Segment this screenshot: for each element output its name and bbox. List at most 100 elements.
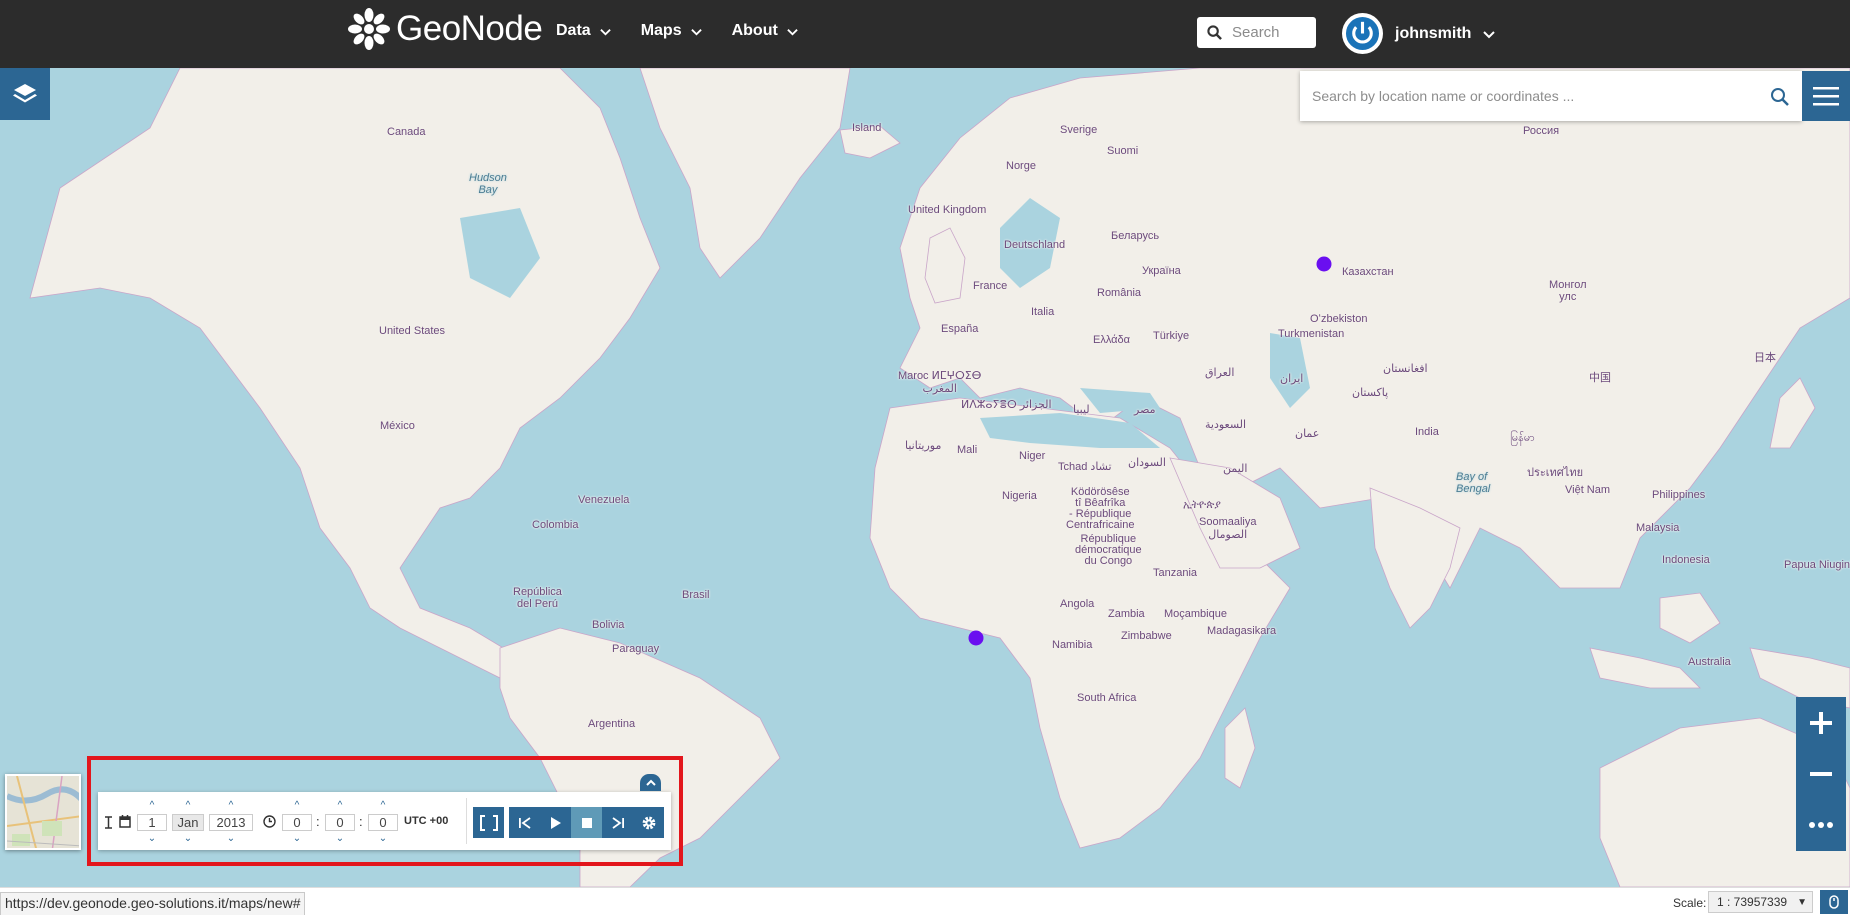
map-point-gulf-of-guinea[interactable] [968,630,984,646]
hour-up-button[interactable]: ^ [295,801,300,811]
divider [466,798,467,844]
time-range-button[interactable] [473,807,504,838]
map-label-nihon: 日本 [1754,352,1776,364]
map-label-brasil: Brasil [682,589,710,601]
timeline-panel: ^ 1 ⌄ ^ Jan ⌄ ^ 2013 ⌄ ^ 0 ⌄ : ^ 0 ⌄ : ^… [98,792,671,850]
header-search-input[interactable] [1232,24,1310,41]
brand-name: GeoNode [396,9,543,48]
map-label-zimbabwe: Zimbabwe [1121,630,1172,642]
map-label-ethiopia: ኢትዮጵያ [1183,499,1221,511]
year-up-button[interactable]: ^ [229,801,234,811]
user-menu[interactable]: johnsmith [1342,13,1496,54]
day-up-button[interactable]: ^ [150,801,155,811]
year-down-button[interactable]: ⌄ [227,834,235,844]
map-label-pakistan: پاکستان [1352,387,1389,399]
map-label-mauritania: موريتانيا [905,440,942,452]
zoom-out-button[interactable] [1796,748,1846,799]
scale-select[interactable]: 1 : 73957339 ▼ [1708,891,1813,913]
step-backward-button[interactable] [509,807,540,838]
map-label-mocambique: Moçambique [1164,608,1227,620]
second-down-button[interactable]: ⌄ [379,834,387,844]
map-label-iraq: العراق [1205,367,1235,379]
year-field[interactable]: 2013 [209,814,253,831]
map-label-rdc: République démocratique du Congo [1075,533,1142,567]
avatar [1342,13,1383,54]
minute-up-button[interactable]: ^ [338,801,343,811]
hamburger-icon [1813,87,1839,106]
second-spinner: ^ 0 ⌄ [368,801,398,844]
zoom-in-button[interactable] [1796,697,1846,748]
map-label-australia: Australia [1688,656,1731,668]
burger-menu-button[interactable] [1802,71,1850,121]
geonode-logo[interactable]: GeoNode [348,8,543,50]
stop-icon [581,817,592,828]
play-button[interactable] [540,807,571,838]
plus-icon [1810,711,1832,734]
location-search-input[interactable] [1312,88,1752,104]
clock-icon [263,815,276,828]
layers-toc-button[interactable] [0,68,50,120]
map-label-namibia: Namibia [1052,639,1093,651]
timeline-settings-button[interactable] [633,807,664,838]
map-label-canada: Canada [387,126,426,138]
more-tools-button[interactable] [1796,800,1846,851]
map-point-russia[interactable] [1316,256,1332,272]
second-up-button[interactable]: ^ [381,801,386,811]
timeline-collapse-button[interactable] [640,774,661,791]
gear-icon [642,816,655,829]
map-label-rossiya: Россия [1523,125,1560,137]
main-nav: Data Maps About [556,22,798,40]
day-down-button[interactable]: ⌄ [148,834,156,844]
map-label-italia: Italia [1031,306,1055,318]
month-down-button[interactable]: ⌄ [184,834,192,844]
background-selector-thumbnail[interactable] [5,774,81,850]
map-label-venezuela: Venezuela [578,494,630,506]
chevron-down-icon [690,28,702,36]
map-label-tchad: Tchad تشاد [1058,461,1112,473]
map-label-misr: مصر [1134,404,1156,416]
map-label-philippines: Philippines [1652,489,1706,501]
step-forward-button[interactable] [602,807,633,838]
nav-about-dropdown[interactable]: About [732,22,798,40]
map-label-yemen: اليمن [1223,463,1248,475]
map-label-india: India [1415,426,1439,438]
map-label-niger: Niger [1019,450,1046,462]
map-label-argentina: Argentina [588,718,636,730]
month-field[interactable]: Jan [172,814,204,831]
second-field[interactable]: 0 [368,814,398,831]
hour-field[interactable]: 0 [282,814,312,831]
map-canvas[interactable]: Canada Island Россия Sverige Suomi Norge… [0,68,1850,887]
month-up-button[interactable]: ^ [186,801,191,811]
time-separator: : [359,814,363,829]
calendar-icon [119,815,131,828]
mouse-position-button[interactable] [1820,890,1848,914]
map-label-island: Island [852,122,882,134]
map-label-myanmar: မြန်မာ [1510,432,1535,444]
map-label-turkmenistan: Turkmenistan [1278,328,1345,340]
cursor-range-icon[interactable] [105,816,112,829]
username: johnsmith [1395,24,1472,42]
minute-field[interactable]: 0 [325,814,355,831]
map-label-nigeria: Nigeria [1002,490,1037,502]
map-label-romania: România [1097,287,1142,299]
map-label-belarus: Беларусь [1111,230,1160,242]
header-search [1197,17,1316,48]
stop-button[interactable] [571,807,602,838]
minute-down-button[interactable]: ⌄ [336,834,344,844]
play-icon [550,816,561,829]
nav-data-dropdown[interactable]: Data [556,22,611,40]
map-label-maroc: Maroc ⵍⵎⵖⵔⵉⴱ المغرب [898,370,982,395]
map-label-thailand: ประเทศไทย [1527,467,1584,479]
search-icon[interactable] [1770,87,1790,107]
map-label-papua: Papua Niugini [1784,559,1850,571]
map-label-iran: ایران [1280,373,1304,385]
hour-spinner: ^ 0 ⌄ [282,801,312,844]
status-bar: https://dev.geonode.geo-solutions.it/map… [0,887,1850,915]
map-label-espana: España [941,323,979,335]
hour-down-button[interactable]: ⌄ [293,834,301,844]
map-label-kazakhstan: Казахстан [1342,266,1394,278]
map-label-mali: Mali [957,444,978,456]
day-field[interactable]: 1 [137,814,167,831]
nav-maps-dropdown[interactable]: Maps [641,22,702,40]
month-spinner: ^ Jan ⌄ [172,801,204,844]
